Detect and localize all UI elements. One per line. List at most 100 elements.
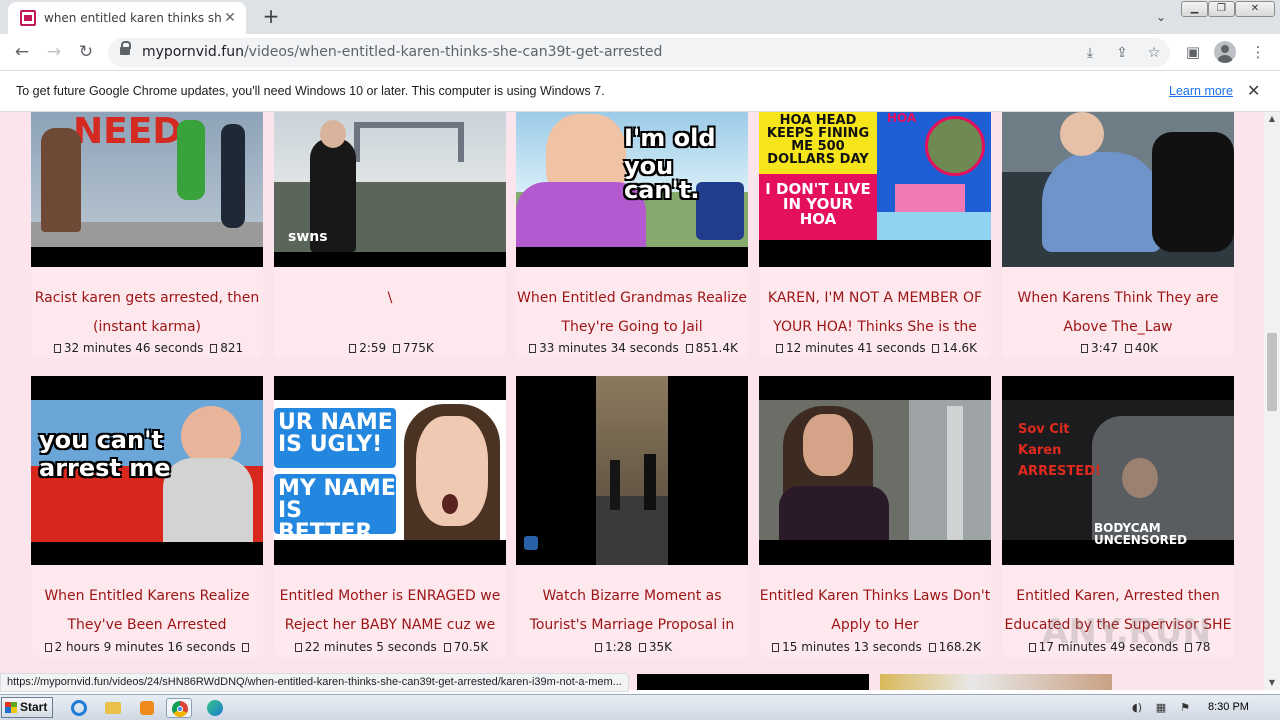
- taskbar-clock[interactable]: 8:30 PM: [1208, 701, 1249, 713]
- media-player-icon[interactable]: [134, 698, 160, 718]
- volume-icon[interactable]: ◖): [1130, 701, 1144, 715]
- watermark: ANY.RUN: [1042, 612, 1211, 652]
- thumb-text: Sov Cit Karen ARRESTED!: [1018, 422, 1101, 479]
- video-thumbnail[interactable]: I'm old you can't.: [516, 112, 748, 267]
- video-thumbnail[interactable]: [516, 376, 748, 565]
- link-status-bar: https://mypornvid.fun/videos/24/sHN86RWd…: [0, 673, 629, 692]
- video-meta: 3:47 40K: [1002, 341, 1234, 355]
- video-thumbnail[interactable]: Sov Cit Karen ARRESTED! BODYCAM UNCENSOR…: [1002, 376, 1234, 565]
- views-icon: [1124, 344, 1132, 353]
- scrollbar-thumb[interactable]: [1267, 333, 1277, 411]
- video-title[interactable]: Watch Bizarre Moment as Tourist's Marria…: [516, 582, 748, 640]
- thumb-text: swns: [288, 229, 328, 245]
- clock-icon: [294, 643, 302, 652]
- infobar-message: To get future Google Chrome updates, you…: [16, 84, 605, 98]
- url-text: mypornvid.fun/videos/when-entitled-karen…: [142, 44, 663, 60]
- views-icon: [638, 643, 646, 652]
- video-card[interactable]: When Karens Think They are Above The_Law…: [1002, 112, 1234, 358]
- video-thumbnail[interactable]: NEED: [31, 112, 263, 267]
- scroll-up-icon[interactable]: ▲: [1264, 112, 1280, 126]
- tab-search-chevron-icon[interactable]: ⌄: [1152, 8, 1170, 26]
- thumb-text: MY NAME IS BETTER: [278, 476, 396, 545]
- update-infobar: To get future Google Chrome updates, you…: [0, 71, 1280, 112]
- thumb-text: I DON'T LIVE IN YOUR HOA: [765, 180, 871, 228]
- thumb-text: you can't.: [624, 152, 700, 204]
- tab-title: when entitled karen thinks she can39t: [44, 11, 222, 25]
- video-thumbnail[interactable]: [759, 376, 991, 565]
- views-icon: [932, 344, 940, 353]
- clock-icon: [1028, 643, 1036, 652]
- video-card[interactable]: UR NAME IS UGLY! MY NAME IS BETTER Entit…: [274, 376, 506, 658]
- video-card[interactable]: NEED Racist karen gets arrested, then (i…: [31, 112, 263, 358]
- edge-icon[interactable]: [202, 698, 228, 718]
- restore-icon[interactable]: ❐: [1208, 1, 1235, 17]
- video-meta: 1:28 35K: [516, 640, 748, 654]
- video-card[interactable]: swns \ 2:59 775K: [274, 112, 506, 358]
- window-close-icon[interactable]: ✕: [1235, 1, 1275, 17]
- tab-close-icon[interactable]: ✕: [222, 10, 238, 26]
- video-title[interactable]: Racist karen gets arrested, then (instan…: [31, 284, 263, 342]
- video-title[interactable]: \: [274, 284, 506, 342]
- clock-icon: [595, 643, 603, 652]
- file-explorer-icon[interactable]: [100, 698, 126, 718]
- video-meta: 12 minutes 41 seconds 14.6K: [759, 341, 991, 355]
- side-panel-icon[interactable]: ▣: [1182, 41, 1204, 63]
- video-title[interactable]: When Entitled Grandmas Realize They're G…: [516, 284, 748, 342]
- browser-tab-active[interactable]: when entitled karen thinks she can39t ✕: [8, 2, 246, 34]
- video-thumbnail[interactable]: UR NAME IS UGLY! MY NAME IS BETTER: [274, 376, 506, 565]
- video-card[interactable]: HOA HEAD KEEPS FINING ME 500 DOLLARS DAY…: [759, 112, 991, 358]
- kebab-menu-icon[interactable]: ⋮: [1247, 41, 1269, 63]
- video-meta: 2:59 775K: [274, 341, 506, 355]
- scroll-down-icon[interactable]: ▼: [1264, 676, 1280, 690]
- video-title[interactable]: Entitled Karen Thinks Laws Don't Apply t…: [759, 582, 991, 640]
- video-thumbnail[interactable]: swns: [274, 112, 506, 267]
- views-icon: [928, 643, 936, 652]
- video-thumbnail[interactable]: [1002, 112, 1234, 267]
- share-icon[interactable]: ⇪: [1112, 43, 1132, 63]
- tab-strip: when entitled karen thinks she can39t ✕ …: [0, 0, 1280, 34]
- infobar-close-icon[interactable]: ✕: [1247, 81, 1260, 100]
- network-icon[interactable]: ▦: [1154, 701, 1168, 715]
- video-card[interactable]: Entitled Karen Thinks Laws Don't Apply t…: [759, 376, 991, 658]
- video-thumbnail[interactable]: [637, 674, 869, 690]
- video-card[interactable]: Watch Bizarre Moment as Tourist's Marria…: [516, 376, 748, 658]
- clock-icon: [1081, 344, 1089, 353]
- video-title[interactable]: Entitled Mother is ENRAGED we Reject her…: [274, 582, 506, 640]
- forward-arrow-icon[interactable]: →: [42, 40, 66, 64]
- profile-icon[interactable]: [1214, 41, 1236, 63]
- thumb-text: I'm old: [624, 124, 716, 152]
- minimize-icon[interactable]: ▁: [1181, 1, 1208, 17]
- start-button[interactable]: Start: [1, 697, 53, 718]
- install-icon[interactable]: ⤓: [1080, 43, 1100, 63]
- video-thumbnail[interactable]: [880, 674, 1112, 690]
- video-card[interactable]: you can't arrest me When Entitled Karens…: [31, 376, 263, 658]
- internet-explorer-icon[interactable]: [66, 698, 92, 718]
- video-title[interactable]: When Entitled Karens Realize They've Bee…: [31, 582, 263, 640]
- video-thumbnail[interactable]: you can't arrest me: [31, 376, 263, 565]
- thumb-text: NEED: [73, 112, 183, 152]
- video-thumbnail[interactable]: HOA HEAD KEEPS FINING ME 500 DOLLARS DAY…: [759, 112, 991, 267]
- clock-icon: [775, 344, 783, 353]
- chrome-icon[interactable]: [166, 698, 192, 718]
- views-icon: [443, 643, 451, 652]
- page-content: NEED Racist karen gets arrested, then (i…: [0, 112, 1264, 690]
- video-title[interactable]: When Karens Think They are Above The_Law: [1002, 284, 1234, 342]
- back-arrow-icon[interactable]: ←: [10, 40, 34, 64]
- views-icon: [242, 643, 250, 652]
- reload-icon[interactable]: ↻: [74, 40, 98, 64]
- video-meta: 15 minutes 13 seconds 168.2K: [759, 640, 991, 654]
- views-icon: [210, 344, 218, 353]
- video-title[interactable]: KAREN, I'M NOT A MEMBER OF YOUR HOA! Thi…: [759, 284, 991, 342]
- learn-more-link[interactable]: Learn more: [1169, 84, 1233, 98]
- video-card[interactable]: I'm old you can't. When Entitled Grandma…: [516, 112, 748, 358]
- new-tab-icon[interactable]: +: [260, 5, 282, 27]
- star-icon[interactable]: ☆: [1144, 43, 1164, 63]
- thumb-text: UR NAME IS UGLY!: [278, 410, 393, 457]
- views-icon: [685, 344, 693, 353]
- address-bar[interactable]: mypornvid.fun/videos/when-entitled-karen…: [108, 38, 1170, 67]
- action-center-flag-icon[interactable]: ⚑: [1178, 701, 1192, 715]
- views-icon: [393, 344, 400, 353]
- clock-icon: [44, 643, 52, 652]
- lock-icon[interactable]: [120, 41, 131, 58]
- clock-icon: [349, 344, 357, 353]
